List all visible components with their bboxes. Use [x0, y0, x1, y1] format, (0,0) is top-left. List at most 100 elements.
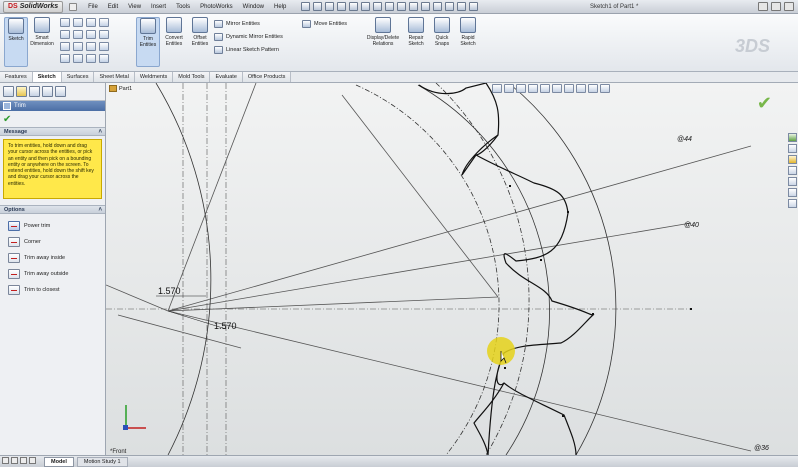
next-tab-icon[interactable] [20, 457, 27, 464]
feature-tree-root[interactable]: Part1 [109, 85, 132, 92]
print-icon[interactable] [337, 2, 347, 11]
angle-dimension-44[interactable]: @44 [677, 136, 692, 143]
dynamic-mirror-button[interactable]: Dynamic Mirror Entities [214, 32, 283, 42]
section-view-icon[interactable] [528, 84, 538, 93]
option-trim-to-closest[interactable]: Trim to closest [8, 282, 105, 298]
save-icon[interactable] [325, 2, 335, 11]
file-explorer-icon[interactable] [788, 155, 797, 164]
slot-icon[interactable] [73, 30, 83, 39]
hide-show-icon[interactable] [457, 2, 467, 11]
appearance-icon[interactable] [469, 2, 479, 11]
view-palette-icon[interactable] [788, 177, 797, 186]
mirror-entities-button[interactable]: Mirror Entities [214, 19, 260, 29]
trim-entities-button[interactable]: Trim Entities [136, 17, 160, 67]
quick-snaps-button[interactable]: Quick Snaps [430, 17, 454, 67]
tab-surfaces[interactable]: Surfaces [61, 72, 95, 82]
zoom-fit-icon[interactable] [409, 2, 419, 11]
tab-office-products[interactable]: Office Products [242, 72, 292, 82]
plane-icon[interactable] [73, 54, 83, 63]
zoom-to-fit-icon[interactable] [492, 84, 502, 93]
solidworks-logo[interactable]: DS SolidWorks [3, 0, 64, 13]
point-icon[interactable] [86, 42, 96, 51]
search-icon[interactable] [788, 166, 797, 175]
tab-motion-study[interactable]: Motion Study 1 [76, 456, 128, 467]
tab-features[interactable]: Features [0, 72, 33, 82]
circle-icon[interactable] [73, 18, 83, 27]
angle-dimension-36[interactable]: @36 [754, 445, 769, 452]
feature-manager-icon[interactable] [3, 86, 14, 97]
option-trim-away-inside[interactable]: Trim away inside [8, 250, 105, 266]
tab-evaluate[interactable]: Evaluate [210, 72, 243, 82]
linear-pattern-button[interactable]: Linear Sketch Pattern [214, 45, 279, 55]
view-orientation-icon[interactable] [397, 2, 407, 11]
menu-file[interactable]: File [83, 0, 103, 14]
arc-icon[interactable] [86, 18, 96, 27]
rotate-icon[interactable] [433, 2, 443, 11]
menu-help[interactable]: Help [269, 0, 291, 14]
apply-scene-icon[interactable] [588, 84, 598, 93]
rectangle-icon[interactable] [60, 30, 70, 39]
option-trim-away-outside[interactable]: Trim away outside [8, 266, 105, 282]
ellipse-icon[interactable] [99, 30, 109, 39]
select-icon[interactable] [361, 2, 371, 11]
menu-photoworks[interactable]: PhotoWorks [195, 0, 238, 14]
options-icon[interactable] [385, 2, 395, 11]
chamfer-icon[interactable] [73, 42, 83, 51]
menu-tools[interactable]: Tools [171, 0, 195, 14]
pin-icon[interactable] [69, 2, 78, 11]
view-orientation-icon[interactable] [540, 84, 550, 93]
move-entities-button[interactable]: Move Entities [302, 19, 347, 29]
menu-view[interactable]: View [123, 0, 146, 14]
display-style-icon[interactable] [552, 84, 562, 93]
text-icon[interactable] [99, 42, 109, 51]
tab-mold-tools[interactable]: Mold Tools [173, 72, 211, 82]
appearances-icon[interactable] [788, 188, 797, 197]
design-library-icon[interactable] [788, 144, 797, 153]
dimension-1570-b[interactable]: 1.570 [214, 321, 237, 331]
ok-check-icon[interactable]: ✔ [3, 114, 11, 125]
angle-dimension-40[interactable]: @40 [684, 222, 699, 229]
repair-sketch-button[interactable]: Repair Sketch [404, 17, 428, 67]
display-delete-relations-button[interactable]: Display/Delete Relations [367, 17, 399, 67]
option-power-trim[interactable]: Power trim [8, 218, 105, 234]
sketch-canvas[interactable]: 1.570 1.570 @44 @40 @36 *Front [106, 83, 798, 455]
polygon-icon[interactable] [86, 30, 96, 39]
collapse-icon[interactable]: ˄ [98, 128, 102, 136]
previous-view-icon[interactable] [516, 84, 526, 93]
convert-entities-button[interactable]: Convert Entities [162, 17, 186, 67]
menu-insert[interactable]: Insert [146, 0, 171, 14]
smart-dimension-button[interactable]: Smart Dimension [30, 17, 54, 67]
centerline-icon[interactable] [60, 54, 70, 63]
options-section-header[interactable]: Options ˄ [0, 205, 105, 214]
construction-icon[interactable] [86, 54, 96, 63]
open-icon[interactable] [313, 2, 323, 11]
dimension-1570-a[interactable]: 1.570 [158, 286, 181, 296]
resources-icon[interactable] [788, 133, 797, 142]
last-tab-icon[interactable] [29, 457, 36, 464]
rapid-sketch-button[interactable]: Rapid Sketch [456, 17, 480, 67]
option-corner[interactable]: Corner [8, 234, 105, 250]
menu-window[interactable]: Window [238, 0, 269, 14]
view-settings-icon[interactable] [600, 84, 610, 93]
hide-show-items-icon[interactable] [564, 84, 574, 93]
tab-weldments[interactable]: Weldments [134, 72, 174, 82]
zoom-area-icon[interactable] [421, 2, 431, 11]
message-section-header[interactable]: Message ˄ [0, 127, 105, 136]
display-manager-icon[interactable] [55, 86, 66, 97]
maximize-icon[interactable] [771, 2, 781, 11]
configuration-manager-icon[interactable] [29, 86, 40, 97]
fillet-icon[interactable] [60, 42, 70, 51]
graphics-area[interactable]: 1.570 1.570 @44 @40 @36 *Front Part1 ✔ [106, 83, 798, 455]
spline-icon[interactable] [99, 18, 109, 27]
tab-sketch[interactable]: Sketch [32, 72, 62, 82]
sketch-button[interactable]: Sketch [4, 17, 28, 67]
prev-tab-icon[interactable] [11, 457, 18, 464]
dimxpert-icon[interactable] [42, 86, 53, 97]
offset-icon[interactable] [99, 54, 109, 63]
tab-model[interactable]: Model [44, 456, 74, 467]
property-manager-icon[interactable] [16, 86, 27, 97]
edit-appearance-icon[interactable] [576, 84, 586, 93]
custom-properties-icon[interactable] [788, 199, 797, 208]
undo-icon[interactable] [349, 2, 359, 11]
confirmation-corner-check-icon[interactable]: ✔ [757, 93, 772, 114]
